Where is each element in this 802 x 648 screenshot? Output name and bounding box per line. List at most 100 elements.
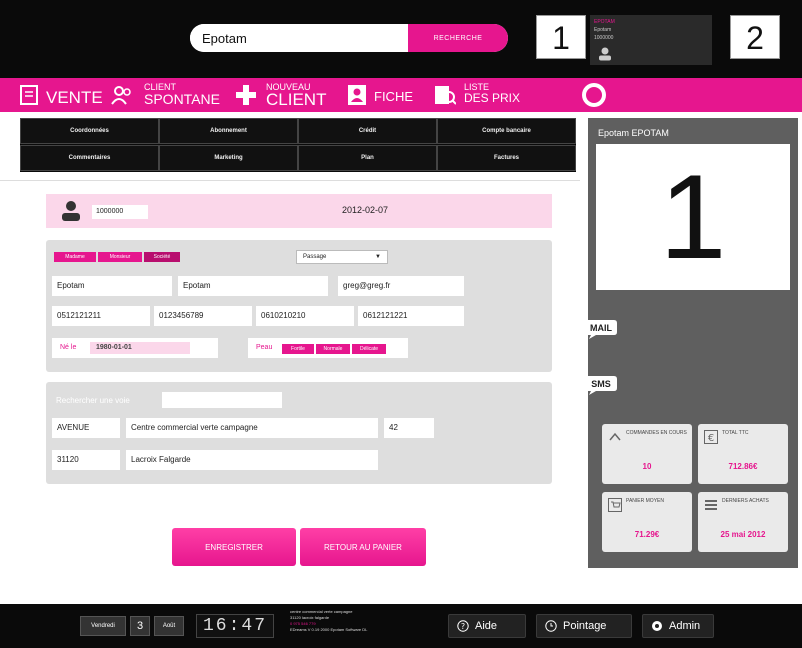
user-id: 1000000 [594,35,614,41]
tab-coordonnees[interactable]: Coordonnées [20,118,159,144]
user-name: Epotam [594,27,612,33]
last-name-field[interactable]: Epotam [52,276,172,296]
day-number: 3 [130,616,150,636]
tab-marketing[interactable]: Marketing [159,145,298,171]
list-icon [705,500,717,510]
top-bar: RECHERCHE 1 EPOTAM Epotam 1000000 2 [0,0,802,78]
phone-field-1[interactable]: 0512121211 [52,306,150,326]
user-info-panel: EPOTAM Epotam 1000000 [590,15,712,65]
stat-total-ttc: € TOTAL TTC 712.86€ [698,424,788,484]
clock-icon [545,620,557,632]
civility-madame-button[interactable]: Madame [54,252,96,262]
phone-field-3[interactable]: 0610210210 [256,306,354,326]
sms-bubble-icon[interactable]: SMS [584,374,618,396]
receipt-icon [20,85,38,105]
customer-display-panel: Epotam EPOTAM 1 MAIL SMS COMMANDES EN CO… [585,118,798,568]
nav-fiche-label: FICHE [374,89,413,104]
skin-delicate-button[interactable]: Délicate [352,344,386,354]
nav-nouveau-client[interactable]: NOUVEAU CLIENT [228,78,338,112]
screen-slot-1-button[interactable]: 1 [536,15,586,59]
stat-label: DERNIERS ACHATS [722,498,769,504]
admin-button[interactable]: Admin [642,614,714,638]
client-id-field: 1000000 [92,205,148,219]
customer-type-select[interactable]: Passage ▼ [296,250,388,264]
phone-field-4[interactable]: 0612121221 [358,306,464,326]
postcode-field[interactable]: 31120 [52,450,120,470]
clock: 16:47 [196,614,274,638]
email-field[interactable]: greg@greg.fr [338,276,464,296]
phone-field-2[interactable]: 0123456789 [154,306,252,326]
street-number-field[interactable]: 42 [384,418,434,438]
stat-average-basket: PANIER MOYEN 71.29€ [602,492,692,552]
bottom-bar: Vendredi 3 Août 16:47 centre commercial … [0,604,802,648]
city-field[interactable]: Lacroix Falgarde [126,450,378,470]
chevron-up-icon [609,432,621,441]
admin-label: Admin [669,620,701,632]
pointage-button[interactable]: Pointage [536,614,632,638]
day-name: Vendredi [80,616,126,636]
civility-monsieur-button[interactable]: Monsieur [98,252,142,262]
nav-vente-label: VENTE [46,88,103,107]
euro-icon: € [704,430,718,444]
street-search-input[interactable] [162,392,282,408]
stat-label: PANIER MOYEN [626,498,664,504]
birth-date-field[interactable]: 1980-01-01 [90,342,190,354]
store-line: EDreams V 0.19 2000 Epotam Software DL [290,627,368,632]
skin-normale-button[interactable]: Normale [316,344,350,354]
customer-type-value: Passage [303,254,327,260]
tab-compte-bancaire[interactable]: Compte bancaire [437,118,576,144]
tab-credit[interactable]: Crédit [298,118,437,144]
store-info: centre commercial verte campagne 31120 l… [290,609,440,633]
stat-label: COMMANDES EN COURS [626,430,687,436]
nav-liste-prix[interactable]: LISTE DES PRIX [430,78,550,112]
mail-bubble-label: MAIL [590,323,612,333]
divider [0,180,580,181]
client-header: 1000000 2012-02-07 [46,194,552,228]
customer-display-number: 1 [596,144,790,290]
street-name-field[interactable]: Centre commercial verte campagne [126,418,378,438]
gear-icon [652,621,662,631]
sms-bubble-label: SMS [591,379,611,389]
chevron-down-icon: ▼ [375,254,381,260]
svg-text:?: ? [461,622,465,631]
customer-display-title: Epotam EPOTAM [598,128,669,138]
save-button[interactable]: ENREGISTRER [172,528,296,566]
civility-societe-button[interactable]: Société [144,252,180,262]
skin-fortile-button[interactable]: Fortile [282,344,314,354]
stat-value: 71.29€ [634,530,660,539]
back-to-cart-button[interactable]: RETOUR AU PANIER [300,528,426,566]
first-name-field[interactable]: Epotam [178,276,328,296]
users-icon [111,86,131,105]
search-input[interactable] [190,24,408,52]
help-label: Aide [475,620,498,632]
tab-commentaires[interactable]: Commentaires [20,145,159,171]
promo-badge-icon[interactable] [580,81,608,109]
stat-value: 10 [642,462,652,471]
nav-fiche[interactable]: FICHE [344,78,424,112]
profile-card-icon [348,85,366,105]
tab-abonnement[interactable]: Abonnement [159,118,298,144]
street-search-label: Rechercher une voie [56,396,130,405]
user-brand: EPOTAM [594,19,615,25]
search-box: RECHERCHE [190,24,508,52]
client-subtabs: Coordonnées Abonnement Crédit Compte ban… [20,118,576,172]
street-type-field[interactable]: AVENUE [52,418,120,438]
skin-label: Peau [256,344,273,351]
identity-panel: Madame Monsieur Société Passage ▼ Epotam… [46,240,552,372]
mail-bubble-icon[interactable]: MAIL [584,318,618,340]
stat-value: 712.86€ [728,462,758,471]
help-button[interactable]: ? Aide [448,614,526,638]
plus-icon [236,85,256,105]
stat-last-purchases: DERNIERS ACHATS 25 mai 2012 [698,492,788,552]
stat-label: TOTAL TTC [722,430,749,436]
tab-factures[interactable]: Factures [437,145,576,171]
nav-client-spontane[interactable]: CLIENT SPONTANE [108,78,228,112]
person-icon [62,201,80,221]
screen-slot-2-button[interactable]: 2 [730,15,780,59]
tab-plan[interactable]: Plan [298,145,437,171]
question-icon: ? [457,620,469,632]
search-button[interactable]: RECHERCHE [408,24,508,52]
month: Août [154,616,184,636]
main-nav: VENTE CLIENT SPONTANE NOUVEAU CLIENT FIC… [0,78,802,112]
address-panel: Rechercher une voie AVENUE Centre commer… [46,382,552,484]
